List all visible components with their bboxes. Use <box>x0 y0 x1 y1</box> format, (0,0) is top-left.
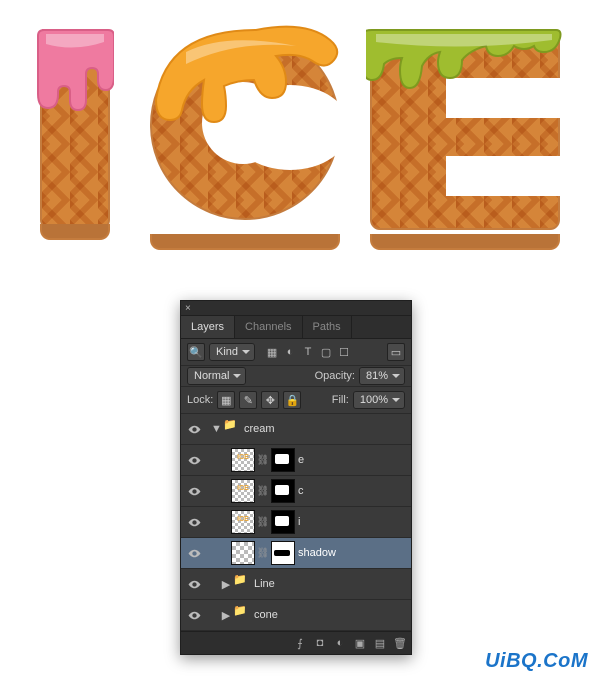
opacity-label: Opacity: <box>315 370 355 382</box>
search-icon[interactable]: 🔍 <box>187 343 205 361</box>
visibility-toggle[interactable] <box>185 454 203 467</box>
layer-shadow[interactable]: ⛓ shadow <box>181 538 411 569</box>
visibility-toggle[interactable] <box>185 485 203 498</box>
panel-titlebar[interactable]: × <box>181 301 411 316</box>
layer-group-line[interactable]: ▶ 📁 Line <box>181 569 411 600</box>
filter-adjust-icon[interactable]: ◐ <box>282 344 298 360</box>
visibility-toggle[interactable] <box>185 516 203 529</box>
mask-thumb <box>271 448 295 472</box>
link-icon[interactable]: ⛓ <box>258 517 268 528</box>
lock-label: Lock: <box>187 394 213 406</box>
new-layer-icon[interactable]: ▤ <box>373 637 387 650</box>
layer-thumb <box>231 479 255 503</box>
layer-c[interactable]: ⛓ c <box>181 476 411 507</box>
twisty-icon[interactable]: ▶ <box>221 609 231 622</box>
link-icon[interactable]: ⛓ <box>258 486 268 497</box>
opacity-select[interactable]: 81% <box>359 370 405 382</box>
watermark: UiBQ.CoM <box>485 650 588 673</box>
fx-icon[interactable]: ⨍ <box>293 637 307 650</box>
layer-e[interactable]: ⛓ e <box>181 445 411 476</box>
group-icon[interactable]: ▣ <box>353 637 367 650</box>
lock-trans-icon[interactable]: ▦ <box>217 391 235 409</box>
filter-smart-icon[interactable]: ☐ <box>336 344 352 360</box>
filter-toggle[interactable]: ▭ <box>387 343 405 361</box>
filter-type-icon[interactable]: T <box>300 344 316 360</box>
mask-thumb <box>271 510 295 534</box>
layer-i[interactable]: ⛓ i <box>181 507 411 538</box>
lock-paint-icon[interactable]: ✎ <box>239 391 257 409</box>
layer-group-cream[interactable]: ▼ 📁 cream <box>181 414 411 445</box>
fill-label: Fill: <box>332 394 349 406</box>
filter-shape-icon[interactable]: ▢ <box>318 344 334 360</box>
tab-paths[interactable]: Paths <box>303 316 352 338</box>
link-icon[interactable]: ⛓ <box>258 548 268 559</box>
mask-thumb <box>271 479 295 503</box>
adjustment-icon[interactable]: ◐ <box>333 637 347 649</box>
folder-icon: 📁 <box>233 604 251 626</box>
fill-select[interactable]: 100% <box>353 394 405 406</box>
filter-kind-select[interactable]: Kind <box>209 346 255 358</box>
visibility-toggle[interactable] <box>185 578 203 591</box>
layer-thumb <box>231 541 255 565</box>
drip-c <box>146 24 346 164</box>
tab-channels[interactable]: Channels <box>235 316 302 338</box>
mask-icon[interactable]: ◘ <box>313 637 327 649</box>
visibility-toggle[interactable] <box>185 547 203 560</box>
visibility-toggle[interactable] <box>185 609 203 622</box>
layer-thumb <box>231 510 255 534</box>
lock-move-icon[interactable]: ✥ <box>261 391 279 409</box>
artwork-preview <box>0 0 600 270</box>
mask-thumb <box>271 541 295 565</box>
tab-layers[interactable]: Layers <box>181 316 235 338</box>
filter-pixel-icon[interactable]: ▦ <box>264 344 280 360</box>
folder-icon: 📁 <box>233 573 251 595</box>
lock-all-icon[interactable]: 🔒 <box>283 391 301 409</box>
link-icon[interactable]: ⛓ <box>258 455 268 466</box>
trash-icon[interactable]: 🗑 <box>393 637 407 650</box>
visibility-toggle[interactable] <box>185 423 203 436</box>
blend-mode-select[interactable]: Normal <box>187 370 246 382</box>
twisty-icon[interactable]: ▶ <box>221 578 231 591</box>
layer-thumb <box>231 448 255 472</box>
close-icon[interactable]: × <box>185 303 191 314</box>
twisty-icon[interactable]: ▼ <box>211 423 221 435</box>
layers-panel: × Layers Channels Paths 🔍 Kind ▦ ◐ T ▢ ☐… <box>180 300 412 655</box>
drip-i <box>36 24 114 134</box>
folder-icon: 📁 <box>223 418 241 440</box>
layer-group-cone[interactable]: ▶ 📁 cone <box>181 600 411 631</box>
drip-e <box>366 24 566 134</box>
